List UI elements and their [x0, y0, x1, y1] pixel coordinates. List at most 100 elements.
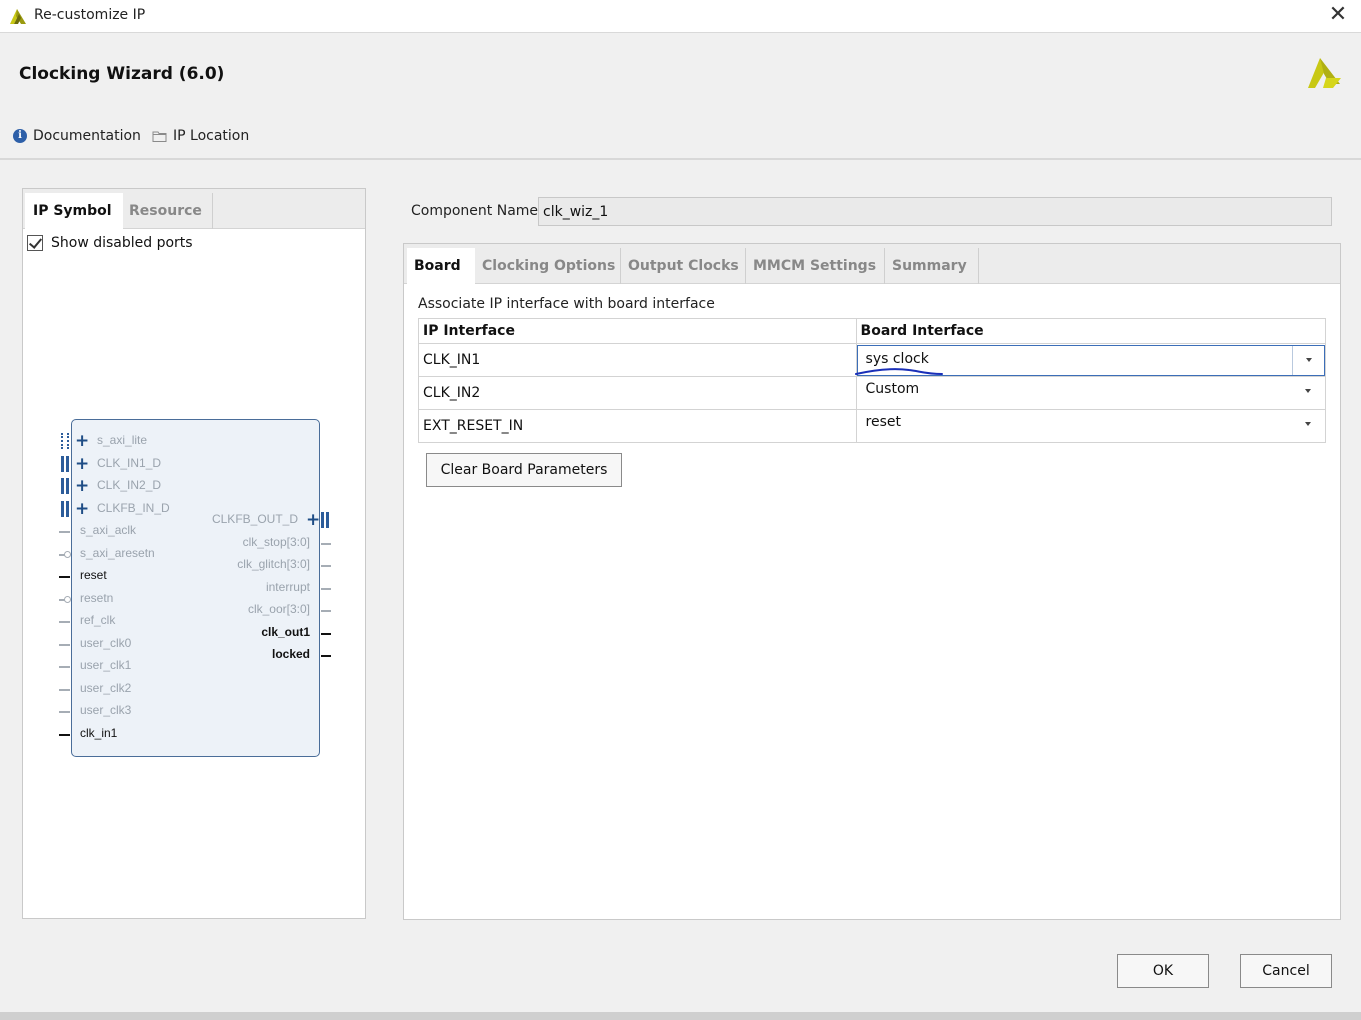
- table-header-row: IP Interface Board Interface: [418, 318, 1327, 344]
- window-title: Re-customize IP: [34, 7, 146, 23]
- plus-icon[interactable]: +: [306, 512, 320, 529]
- port-label: clk_oor[3:0]: [247, 602, 310, 616]
- port-line: [59, 621, 70, 623]
- inversion-bubble-icon: [64, 595, 71, 603]
- port-label: CLK_IN1_D: [97, 455, 162, 470]
- port-label: resetn: [80, 590, 114, 605]
- port-line: [59, 531, 70, 533]
- wizard-header: Clocking Wizard (6.0) i Documentation IP…: [0, 34, 1361, 160]
- port-label: CLKFB_OUT_D: [211, 512, 298, 526]
- folder-icon: [152, 131, 167, 142]
- ok-button[interactable]: OK: [1117, 954, 1209, 988]
- board-interface-value: sys clock: [865, 350, 929, 367]
- port-line: [59, 576, 70, 578]
- port-label: user_clk3: [80, 703, 132, 717]
- bus-port-marker: [61, 433, 69, 449]
- port-line: [321, 610, 331, 612]
- plus-icon[interactable]: +: [75, 478, 89, 495]
- board-interface-table: IP Interface Board Interface CLK_IN1 sys…: [418, 318, 1327, 443]
- port-line: [59, 711, 70, 713]
- table-row: EXT_RESET_IN reset: [418, 409, 1327, 443]
- plus-icon[interactable]: +: [75, 433, 89, 450]
- port-label: locked: [271, 647, 310, 661]
- documentation-link[interactable]: i Documentation: [13, 128, 141, 144]
- wizard-title: Clocking Wizard (6.0): [19, 64, 225, 84]
- left-tab-bar: IP Symbol Resource: [23, 189, 365, 229]
- tab-clocking-options[interactable]: Clocking Options: [475, 248, 621, 284]
- dropdown-separator: [1292, 345, 1293, 375]
- close-icon[interactable]: ✕: [1327, 3, 1349, 27]
- tab-mmcm-settings[interactable]: MMCM Settings: [746, 248, 885, 284]
- ip-location-label: IP Location: [173, 128, 250, 144]
- port-label: s_axi_aresetn: [80, 545, 155, 560]
- board-caption: Associate IP interface with board interf…: [418, 296, 715, 312]
- ip-symbol-panel: IP Symbol Resource Show disabled ports +…: [22, 188, 366, 919]
- ip-interface-cell: EXT_RESET_IN: [418, 409, 857, 443]
- show-disabled-ports-label: Show disabled ports: [51, 235, 193, 251]
- port-label: s_axi_aclk: [80, 523, 137, 537]
- port-label: clk_glitch[3:0]: [237, 557, 310, 571]
- board-interface-value: reset: [865, 414, 901, 430]
- port-line: [59, 643, 70, 646]
- plus-icon[interactable]: +: [75, 500, 89, 517]
- port-label: reset: [80, 568, 107, 582]
- bus-port-marker: [61, 455, 69, 472]
- chevron-down-icon[interactable]: [1305, 389, 1311, 393]
- cancel-button[interactable]: Cancel: [1240, 954, 1332, 988]
- handwritten-underline: [854, 367, 943, 375]
- port-label: interrupt: [265, 579, 310, 594]
- port-label: clk_out1: [261, 624, 310, 639]
- config-panel: Board Clocking Options Output Clocks MMC…: [403, 243, 1341, 920]
- bus-port-marker: [321, 512, 329, 528]
- port-line: [59, 688, 70, 691]
- port-label: s_axi_lite: [97, 433, 148, 447]
- port-line: [321, 565, 331, 567]
- chevron-down-icon[interactable]: [1305, 422, 1311, 426]
- window-bottom-edge: [0, 1012, 1361, 1020]
- column-header-board-interface: Board Interface: [855, 318, 1327, 344]
- port-label: user_clk0: [80, 635, 132, 650]
- column-header-ip-interface: IP Interface: [418, 318, 857, 344]
- board-interface-cell: reset: [855, 409, 1327, 443]
- info-icon: i: [13, 129, 27, 143]
- port-label: user_clk1: [80, 658, 132, 672]
- config-tab-bar: Board Clocking Options Output Clocks MMC…: [404, 244, 1340, 284]
- board-interface-dropdown[interactable]: sys clock: [854, 344, 1325, 376]
- clear-board-parameters-button[interactable]: Clear Board Parameters: [426, 453, 622, 487]
- bus-port-marker: [61, 500, 69, 517]
- documentation-label: Documentation: [33, 128, 141, 144]
- port-label: CLKFB_IN_D: [97, 500, 170, 515]
- port-line: [321, 587, 331, 590]
- ip-interface-cell: CLK_IN2: [418, 376, 857, 410]
- board-interface-dropdown[interactable]: reset: [861, 414, 1321, 438]
- table-row: CLK_IN1 sys clock: [418, 343, 1327, 377]
- port-label: user_clk2: [80, 680, 132, 695]
- tab-summary[interactable]: Summary: [885, 248, 979, 284]
- port-line: [321, 632, 331, 635]
- show-disabled-ports-toggle[interactable]: Show disabled ports: [27, 235, 193, 251]
- tab-ip-symbol[interactable]: IP Symbol: [25, 193, 123, 229]
- chevron-down-icon[interactable]: [1306, 357, 1312, 362]
- board-interface-cell: Custom: [855, 376, 1327, 410]
- plus-icon[interactable]: +: [75, 455, 89, 472]
- port-label: clk_in1: [80, 725, 118, 740]
- port-label: CLK_IN2_D: [97, 478, 162, 492]
- port-line: [59, 666, 70, 668]
- component-name-label: Component Name: [411, 203, 539, 219]
- port-line: [321, 655, 331, 657]
- xilinx-logo-icon: [1308, 58, 1341, 88]
- title-bar: Re-customize IP ✕: [0, 0, 1361, 33]
- tab-resource[interactable]: Resource: [121, 193, 213, 229]
- tab-output-clocks[interactable]: Output Clocks: [621, 248, 746, 284]
- port-line: [321, 542, 331, 545]
- ip-interface-cell: CLK_IN1: [418, 343, 857, 377]
- component-name-field[interactable]: clk_wiz_1: [538, 197, 1332, 226]
- ip-location-link[interactable]: IP Location: [152, 128, 249, 144]
- board-interface-value: Custom: [865, 381, 920, 397]
- vivado-logo-icon: [10, 9, 26, 24]
- show-disabled-ports-checkbox[interactable]: [27, 235, 43, 251]
- board-interface-dropdown[interactable]: Custom: [861, 381, 1321, 405]
- bus-port-marker: [61, 478, 69, 494]
- tab-board[interactable]: Board: [407, 248, 475, 284]
- inversion-bubble-icon: [64, 550, 71, 558]
